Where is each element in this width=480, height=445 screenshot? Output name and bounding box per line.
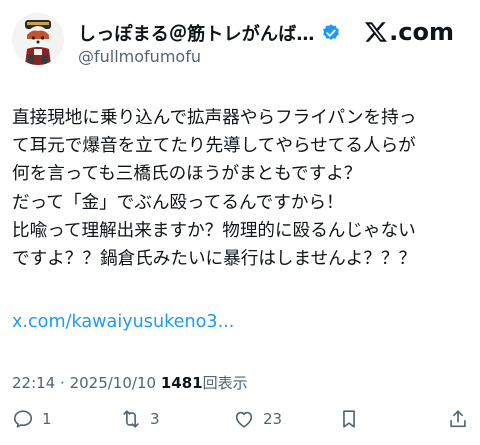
post-text-line: 直接現地に乗り込んで拡声器やらフライパンを持っ xyxy=(12,108,417,128)
display-name[interactable]: しっぽまる＠筋トレがんば… xyxy=(78,20,315,46)
repost-icon xyxy=(123,410,139,428)
brand-suffix: .com xyxy=(389,18,454,46)
avatar[interactable] xyxy=(12,13,64,65)
post-link[interactable]: x.com/kawaiyusukeno3... xyxy=(12,312,234,332)
post-text: 直接現地に乗り込んで拡声器やらフライパンを持っ て耳元で爆音を立てたり先導してや… xyxy=(12,104,474,273)
views-count: 1481 xyxy=(160,374,203,392)
post-text-line: 何を言っても三橋氏のほうがまともですよ？ xyxy=(12,164,362,185)
reply-icon xyxy=(13,410,33,428)
post-date[interactable]: 2025/10/10 xyxy=(70,374,156,392)
meta-separator: · xyxy=(60,374,65,392)
post-header: しっぽまる＠筋トレがんば… @fullmofumofu .com xyxy=(0,0,480,80)
post-text-line: だって「金」でぶん殴ってるんですから！ xyxy=(12,192,344,213)
post-time[interactable]: 22:14 xyxy=(12,374,55,392)
bookmark-icon xyxy=(343,410,355,428)
reply-button[interactable]: 1 xyxy=(12,408,52,430)
post-meta: 22:14 · 2025/10/10 1481回表示 xyxy=(12,372,248,393)
action-bar: 1 3 23 xyxy=(0,408,480,442)
author-handle[interactable]: @fullmofumofu xyxy=(78,47,201,66)
x-logo-icon xyxy=(365,22,388,42)
author-name-row: しっぽまる＠筋トレがんば… xyxy=(78,20,341,46)
repost-count: 3 xyxy=(150,410,160,428)
share-button[interactable] xyxy=(447,408,469,430)
verified-badge-icon xyxy=(322,24,339,40)
post-text-line: て耳元で爆音を立てたり先導してやらせてる人らが xyxy=(12,136,416,157)
repost-button[interactable]: 3 xyxy=(120,408,160,430)
avatar-image xyxy=(12,13,64,65)
heart-icon xyxy=(235,411,253,428)
bookmark-button[interactable] xyxy=(338,408,360,430)
post-text-line: ですよ？？鍋倉氏みたいに暴行はしませんよ？？？ xyxy=(12,249,417,270)
x-brand[interactable]: .com xyxy=(364,18,454,46)
like-count: 23 xyxy=(263,410,283,428)
post-text-line: 比喩って理解出来ますか？物理的に殴るんじゃない xyxy=(12,220,416,241)
views-label: 回表示 xyxy=(202,374,248,392)
share-icon xyxy=(450,410,466,428)
like-button[interactable]: 23 xyxy=(233,408,282,430)
reply-count: 1 xyxy=(42,410,52,428)
